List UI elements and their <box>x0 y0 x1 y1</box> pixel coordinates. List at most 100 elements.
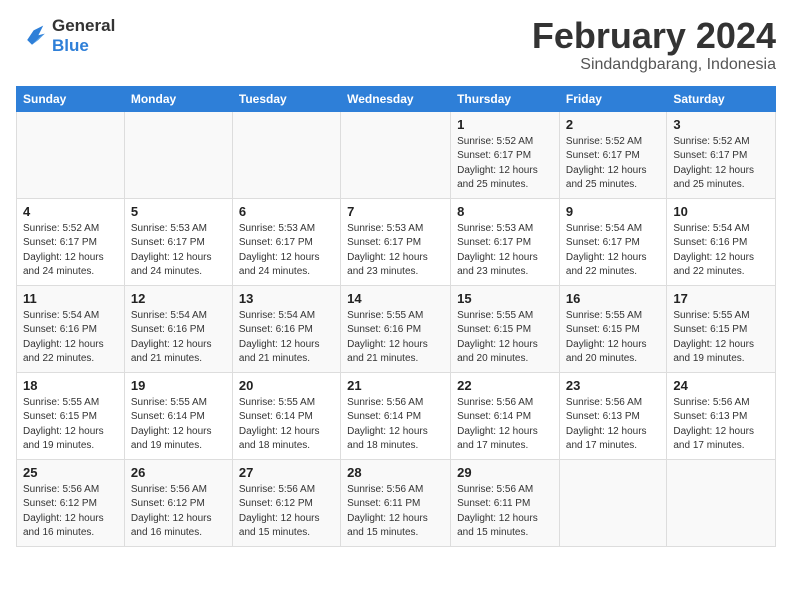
day-number: 10 <box>673 204 769 219</box>
calendar-cell: 21Sunrise: 5:56 AM Sunset: 6:14 PM Dayli… <box>341 372 451 459</box>
day-number: 24 <box>673 378 769 393</box>
day-number: 25 <box>23 465 118 480</box>
day-info: Sunrise: 5:55 AM Sunset: 6:16 PM Dayligh… <box>347 309 444 367</box>
day-number: 13 <box>239 291 334 306</box>
calendar-cell: 4 Sunrise: 5:52 AM Sunset: 6:17 PM Daylig… <box>17 198 125 285</box>
day-number: 8 <box>457 204 553 219</box>
day-info: Sunrise: 5:56 AM Sunset: 6:13 PM Dayligh… <box>673 396 769 454</box>
calendar-cell: 5 Sunrise: 5:53 AM Sunset: 6:17 PM Daylig… <box>124 198 232 285</box>
logo: General Blue <box>16 16 115 56</box>
header-sunday: Sunday <box>17 86 125 111</box>
day-number: 28 <box>347 465 444 480</box>
day-info: Sunrise: 5:54 AM Sunset: 6:16 PM Dayligh… <box>131 309 226 367</box>
day-info: Sunrise: 5:52 AM Sunset: 6:17 PM Dayligh… <box>673 135 769 193</box>
day-info: Sunrise: 5:52 AM Sunset: 6:17 PM Dayligh… <box>457 135 553 193</box>
day-number: 16 <box>566 291 660 306</box>
page-header: General Blue February 2024 Sindandgbaran… <box>16 16 776 74</box>
logo-text: General Blue <box>52 16 115 56</box>
week-row-1: 1 Sunrise: 5:52 AM Sunset: 6:17 PM Daylig… <box>17 111 776 198</box>
calendar-cell: 13 Sunrise: 5:54 AM Sunset: 6:16 PM Dayli… <box>232 285 340 372</box>
day-number: 27 <box>239 465 334 480</box>
month-title: February 2024 <box>532 16 776 56</box>
day-info: Sunrise: 5:55 AM Sunset: 6:14 PM Dayligh… <box>239 396 334 454</box>
day-number: 2 <box>566 117 660 132</box>
header-tuesday: Tuesday <box>232 86 340 111</box>
calendar-cell: 16Sunrise: 5:55 AM Sunset: 6:15 PM Dayli… <box>559 285 666 372</box>
day-info: Sunrise: 5:55 AM Sunset: 6:14 PM Dayligh… <box>131 396 226 454</box>
day-info: Sunrise: 5:56 AM Sunset: 6:11 PM Dayligh… <box>457 483 553 541</box>
header-friday: Friday <box>559 86 666 111</box>
day-number: 6 <box>239 204 334 219</box>
title-block: February 2024 Sindandgbarang, Indonesia <box>532 16 776 74</box>
calendar-cell: 22 Sunrise: 5:56 AM Sunset: 6:14 PM Dayli… <box>451 372 560 459</box>
calendar-cell: 15Sunrise: 5:55 AM Sunset: 6:15 PM Dayli… <box>451 285 560 372</box>
calendar-cell: 7 Sunrise: 5:53 AM Sunset: 6:17 PM Daylig… <box>341 198 451 285</box>
day-info: Sunrise: 5:53 AM Sunset: 6:17 PM Dayligh… <box>131 222 226 280</box>
calendar-cell: 1 Sunrise: 5:52 AM Sunset: 6:17 PM Daylig… <box>451 111 560 198</box>
day-number: 7 <box>347 204 444 219</box>
day-number: 14 <box>347 291 444 306</box>
day-info: Sunrise: 5:56 AM Sunset: 6:11 PM Dayligh… <box>347 483 444 541</box>
calendar-cell: 9 Sunrise: 5:54 AM Sunset: 6:17 PM Daylig… <box>559 198 666 285</box>
day-info: Sunrise: 5:54 AM Sunset: 6:16 PM Dayligh… <box>673 222 769 280</box>
day-info: Sunrise: 5:56 AM Sunset: 6:14 PM Dayligh… <box>457 396 553 454</box>
day-info: Sunrise: 5:53 AM Sunset: 6:17 PM Dayligh… <box>347 222 444 280</box>
calendar-cell <box>559 459 666 546</box>
calendar-cell <box>124 111 232 198</box>
calendar-cell <box>341 111 451 198</box>
day-info: Sunrise: 5:54 AM Sunset: 6:16 PM Dayligh… <box>239 309 334 367</box>
week-row-2: 4 Sunrise: 5:52 AM Sunset: 6:17 PM Daylig… <box>17 198 776 285</box>
week-row-4: 18 Sunrise: 5:55 AM Sunset: 6:15 PM Dayli… <box>17 372 776 459</box>
day-number: 15 <box>457 291 553 306</box>
calendar-cell: 11Sunrise: 5:54 AM Sunset: 6:16 PM Dayli… <box>17 285 125 372</box>
day-info: Sunrise: 5:56 AM Sunset: 6:12 PM Dayligh… <box>239 483 334 541</box>
day-number: 17 <box>673 291 769 306</box>
header-thursday: Thursday <box>451 86 560 111</box>
day-number: 1 <box>457 117 553 132</box>
day-info: Sunrise: 5:56 AM Sunset: 6:12 PM Dayligh… <box>131 483 226 541</box>
day-info: Sunrise: 5:53 AM Sunset: 6:17 PM Dayligh… <box>239 222 334 280</box>
calendar-header-row: SundayMondayTuesdayWednesdayThursdayFrid… <box>17 86 776 111</box>
calendar-cell <box>667 459 776 546</box>
calendar-cell: 14 Sunrise: 5:55 AM Sunset: 6:16 PM Dayli… <box>341 285 451 372</box>
day-number: 20 <box>239 378 334 393</box>
day-number: 21 <box>347 378 444 393</box>
calendar-cell: 10 Sunrise: 5:54 AM Sunset: 6:16 PM Dayli… <box>667 198 776 285</box>
calendar-table: SundayMondayTuesdayWednesdayThursdayFrid… <box>16 86 776 547</box>
week-row-5: 25 Sunrise: 5:56 AM Sunset: 6:12 PM Dayli… <box>17 459 776 546</box>
calendar-cell: 17 Sunrise: 5:55 AM Sunset: 6:15 PM Dayli… <box>667 285 776 372</box>
day-number: 18 <box>23 378 118 393</box>
calendar-cell: 12 Sunrise: 5:54 AM Sunset: 6:16 PM Dayli… <box>124 285 232 372</box>
calendar-cell: 8 Sunrise: 5:53 AM Sunset: 6:17 PM Daylig… <box>451 198 560 285</box>
day-number: 26 <box>131 465 226 480</box>
day-info: Sunrise: 5:53 AM Sunset: 6:17 PM Dayligh… <box>457 222 553 280</box>
day-info: Sunrise: 5:55 AM Sunset: 6:15 PM Dayligh… <box>673 309 769 367</box>
calendar-cell: 25 Sunrise: 5:56 AM Sunset: 6:12 PM Dayli… <box>17 459 125 546</box>
day-info: Sunrise: 5:52 AM Sunset: 6:17 PM Dayligh… <box>566 135 660 193</box>
day-number: 5 <box>131 204 226 219</box>
day-number: 12 <box>131 291 226 306</box>
calendar-cell <box>232 111 340 198</box>
day-number: 4 <box>23 204 118 219</box>
day-number: 23 <box>566 378 660 393</box>
header-monday: Monday <box>124 86 232 111</box>
day-info: Sunrise: 5:55 AM Sunset: 6:15 PM Dayligh… <box>23 396 118 454</box>
day-number: 22 <box>457 378 553 393</box>
day-info: Sunrise: 5:54 AM Sunset: 6:17 PM Dayligh… <box>566 222 660 280</box>
calendar-cell: 2 Sunrise: 5:52 AM Sunset: 6:17 PM Daylig… <box>559 111 666 198</box>
day-number: 3 <box>673 117 769 132</box>
calendar-cell: 29Sunrise: 5:56 AM Sunset: 6:11 PM Dayli… <box>451 459 560 546</box>
day-info: Sunrise: 5:54 AM Sunset: 6:16 PM Dayligh… <box>23 309 118 367</box>
calendar-cell: 26 Sunrise: 5:56 AM Sunset: 6:12 PM Dayli… <box>124 459 232 546</box>
day-number: 9 <box>566 204 660 219</box>
day-info: Sunrise: 5:52 AM Sunset: 6:17 PM Dayligh… <box>23 222 118 280</box>
day-info: Sunrise: 5:56 AM Sunset: 6:12 PM Dayligh… <box>23 483 118 541</box>
calendar-cell <box>17 111 125 198</box>
calendar-cell: 19 Sunrise: 5:55 AM Sunset: 6:14 PM Dayli… <box>124 372 232 459</box>
calendar-cell: 20 Sunrise: 5:55 AM Sunset: 6:14 PM Dayli… <box>232 372 340 459</box>
week-row-3: 11Sunrise: 5:54 AM Sunset: 6:16 PM Dayli… <box>17 285 776 372</box>
day-number: 19 <box>131 378 226 393</box>
header-saturday: Saturday <box>667 86 776 111</box>
calendar-cell: 3 Sunrise: 5:52 AM Sunset: 6:17 PM Daylig… <box>667 111 776 198</box>
calendar-cell: 28 Sunrise: 5:56 AM Sunset: 6:11 PM Dayli… <box>341 459 451 546</box>
